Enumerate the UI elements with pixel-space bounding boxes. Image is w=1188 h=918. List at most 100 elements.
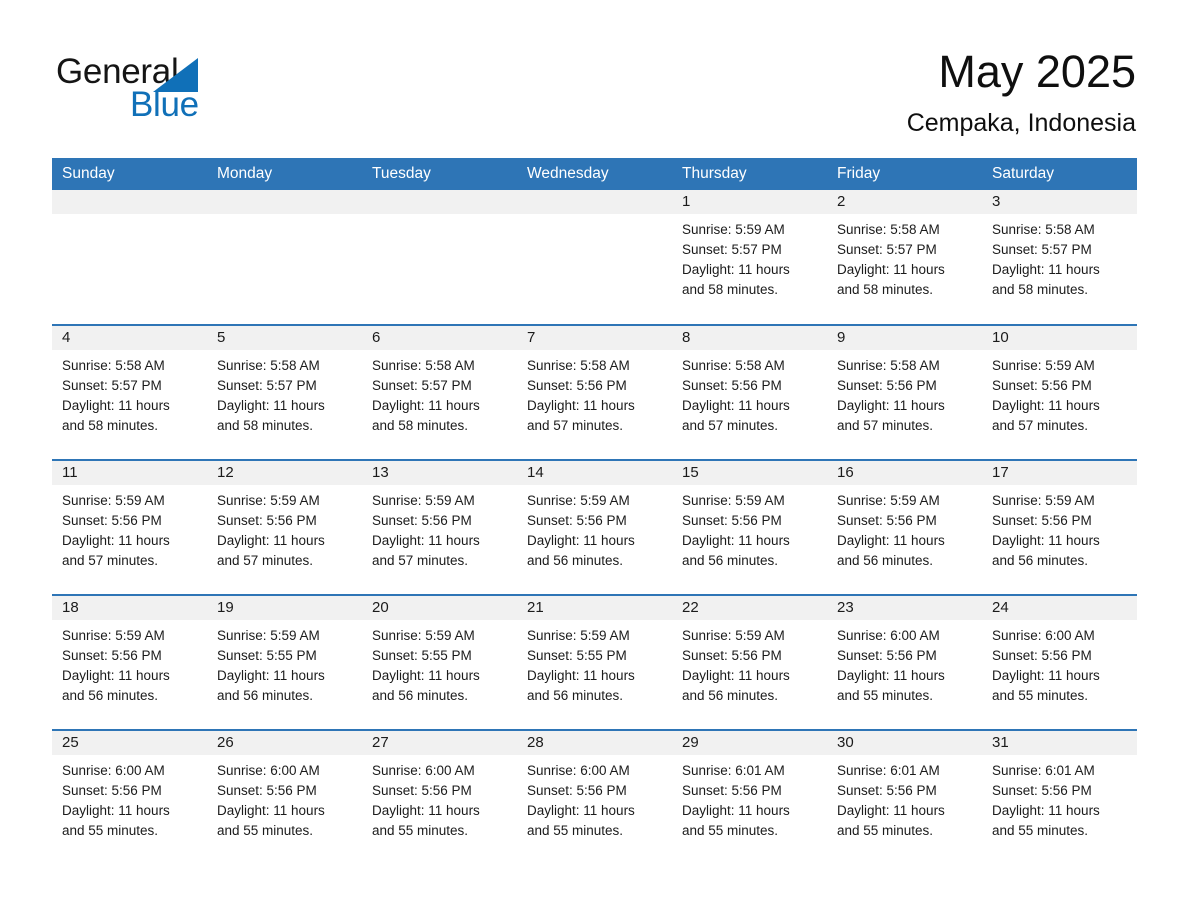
day-number: 8 bbox=[672, 326, 827, 350]
sunrise-text: Sunrise: 5:58 AM bbox=[527, 358, 630, 373]
logo-text-blue: Blue bbox=[130, 85, 199, 124]
calendar-day-cell[interactable]: 11 Sunrise: 5:59 AM Sunset: 5:56 PM Dayligh… bbox=[52, 459, 207, 595]
day-number bbox=[207, 190, 362, 214]
day-details: Sunrise: 5:59 AM Sunset: 5:56 PM Daylight:… bbox=[982, 350, 1137, 436]
day-number: 15 bbox=[672, 461, 827, 485]
sunset-text: Sunset: 5:56 PM bbox=[682, 513, 782, 528]
calendar-day-cell[interactable]: 27 Sunrise: 6:00 AM Sunset: 5:56 PM Dayligh… bbox=[362, 729, 517, 865]
daylight-text: Daylight: 11 hours and 57 minutes. bbox=[372, 533, 480, 568]
sunset-text: Sunset: 5:56 PM bbox=[62, 513, 162, 528]
daylight-text: Daylight: 11 hours and 55 minutes. bbox=[837, 803, 945, 838]
sunset-text: Sunset: 5:56 PM bbox=[62, 648, 162, 663]
calendar-day-cell[interactable]: 14 Sunrise: 5:59 AM Sunset: 5:56 PM Dayligh… bbox=[517, 459, 672, 595]
calendar-day-cell[interactable]: 4 Sunrise: 5:58 AM Sunset: 5:57 PM Daylight… bbox=[52, 324, 207, 460]
day-number: 10 bbox=[982, 326, 1137, 350]
calendar-day-cell[interactable]: 23 Sunrise: 6:00 AM Sunset: 5:56 PM Dayligh… bbox=[827, 594, 982, 730]
calendar-day-cell[interactable]: 15 Sunrise: 5:59 AM Sunset: 5:56 PM Dayligh… bbox=[672, 459, 827, 595]
sunrise-text: Sunrise: 5:58 AM bbox=[372, 358, 475, 373]
calendar-day-cell[interactable]: 25 Sunrise: 6:00 AM Sunset: 5:56 PM Dayligh… bbox=[52, 729, 207, 865]
sunset-text: Sunset: 5:56 PM bbox=[992, 378, 1092, 393]
calendar-day-cell[interactable]: 7 Sunrise: 5:58 AM Sunset: 5:56 PM Daylight… bbox=[517, 324, 672, 460]
weekday-header-saturday: Saturday bbox=[982, 158, 1137, 190]
calendar-container: Sunday Monday Tuesday Wednesday Thursday… bbox=[52, 158, 1137, 865]
daylight-text: Daylight: 11 hours and 55 minutes. bbox=[372, 803, 480, 838]
calendar-day-cell[interactable]: 22 Sunrise: 5:59 AM Sunset: 5:56 PM Dayligh… bbox=[672, 594, 827, 730]
daylight-text: Daylight: 11 hours and 57 minutes. bbox=[62, 533, 170, 568]
day-details: Sunrise: 5:59 AM Sunset: 5:56 PM Daylight:… bbox=[517, 485, 672, 571]
calendar-week-row: 11 Sunrise: 5:59 AM Sunset: 5:56 PM Dayligh… bbox=[52, 459, 1137, 595]
daylight-text: Daylight: 11 hours and 57 minutes. bbox=[837, 398, 945, 433]
calendar-day-cell[interactable]: 26 Sunrise: 6:00 AM Sunset: 5:56 PM Dayligh… bbox=[207, 729, 362, 865]
sunrise-text: Sunrise: 6:00 AM bbox=[372, 763, 475, 778]
calendar-day-cell[interactable]: 21 Sunrise: 5:59 AM Sunset: 5:55 PM Dayligh… bbox=[517, 594, 672, 730]
sunset-text: Sunset: 5:56 PM bbox=[992, 648, 1092, 663]
calendar-day-cell[interactable]: 10 Sunrise: 5:59 AM Sunset: 5:56 PM Dayligh… bbox=[982, 324, 1137, 460]
general-blue-logo[interactable]: General Blue bbox=[56, 52, 316, 124]
daylight-text: Daylight: 11 hours and 55 minutes. bbox=[992, 803, 1100, 838]
day-details: Sunrise: 5:59 AM Sunset: 5:55 PM Daylight:… bbox=[207, 620, 362, 706]
calendar-day-cell[interactable]: 24 Sunrise: 6:00 AM Sunset: 5:56 PM Dayligh… bbox=[982, 594, 1137, 730]
calendar-day-cell[interactable]: 2 Sunrise: 5:58 AM Sunset: 5:57 PM Daylight… bbox=[827, 190, 982, 325]
day-details: Sunrise: 5:59 AM Sunset: 5:56 PM Daylight:… bbox=[52, 485, 207, 571]
sunset-text: Sunset: 5:57 PM bbox=[217, 378, 317, 393]
sunrise-text: Sunrise: 6:01 AM bbox=[837, 763, 940, 778]
calendar-head: Sunday Monday Tuesday Wednesday Thursday… bbox=[52, 158, 1137, 190]
daylight-text: Daylight: 11 hours and 55 minutes. bbox=[682, 803, 790, 838]
day-number: 6 bbox=[362, 326, 517, 350]
calendar-day-cell[interactable]: 16 Sunrise: 5:59 AM Sunset: 5:56 PM Dayligh… bbox=[827, 459, 982, 595]
sunset-text: Sunset: 5:56 PM bbox=[527, 378, 627, 393]
sunrise-text: Sunrise: 6:01 AM bbox=[992, 763, 1095, 778]
daylight-text: Daylight: 11 hours and 56 minutes. bbox=[992, 533, 1100, 568]
day-number: 31 bbox=[982, 731, 1137, 755]
day-number: 13 bbox=[362, 461, 517, 485]
weekday-header-wednesday: Wednesday bbox=[517, 158, 672, 190]
day-number: 17 bbox=[982, 461, 1137, 485]
daylight-text: Daylight: 11 hours and 56 minutes. bbox=[527, 668, 635, 703]
sunrise-text: Sunrise: 6:00 AM bbox=[527, 763, 630, 778]
calendar-day-cell[interactable]: 9 Sunrise: 5:58 AM Sunset: 5:56 PM Daylight… bbox=[827, 324, 982, 460]
sunrise-text: Sunrise: 5:59 AM bbox=[682, 628, 785, 643]
calendar-day-cell[interactable]: 3 Sunrise: 5:58 AM Sunset: 5:57 PM Daylight… bbox=[982, 190, 1137, 325]
day-number: 1 bbox=[672, 190, 827, 214]
day-number bbox=[52, 190, 207, 214]
calendar-day-cell[interactable]: 17 Sunrise: 5:59 AM Sunset: 5:56 PM Dayligh… bbox=[982, 459, 1137, 595]
day-details: Sunrise: 6:01 AM Sunset: 5:56 PM Daylight:… bbox=[827, 755, 982, 841]
daylight-text: Daylight: 11 hours and 56 minutes. bbox=[527, 533, 635, 568]
day-number bbox=[517, 190, 672, 214]
calendar-day-cell[interactable]: 30 Sunrise: 6:01 AM Sunset: 5:56 PM Dayligh… bbox=[827, 729, 982, 865]
calendar-day-cell[interactable]: 20 Sunrise: 5:59 AM Sunset: 5:55 PM Dayligh… bbox=[362, 594, 517, 730]
day-details: Sunrise: 6:00 AM Sunset: 5:56 PM Daylight:… bbox=[207, 755, 362, 841]
day-number bbox=[362, 190, 517, 214]
sunrise-text: Sunrise: 6:00 AM bbox=[837, 628, 940, 643]
calendar-day-cell[interactable]: 18 Sunrise: 5:59 AM Sunset: 5:56 PM Dayligh… bbox=[52, 594, 207, 730]
daylight-text: Daylight: 11 hours and 57 minutes. bbox=[992, 398, 1100, 433]
daylight-text: Daylight: 11 hours and 58 minutes. bbox=[62, 398, 170, 433]
calendar-day-cell[interactable]: 31 Sunrise: 6:01 AM Sunset: 5:56 PM Dayligh… bbox=[982, 729, 1137, 865]
day-details: Sunrise: 5:58 AM Sunset: 5:56 PM Daylight:… bbox=[672, 350, 827, 436]
calendar-day-cell[interactable]: 12 Sunrise: 5:59 AM Sunset: 5:56 PM Dayligh… bbox=[207, 459, 362, 595]
sunrise-text: Sunrise: 5:59 AM bbox=[992, 493, 1095, 508]
sunset-text: Sunset: 5:56 PM bbox=[682, 648, 782, 663]
calendar-day-cell[interactable]: 29 Sunrise: 6:01 AM Sunset: 5:56 PM Dayligh… bbox=[672, 729, 827, 865]
day-number: 2 bbox=[827, 190, 982, 214]
day-details: Sunrise: 5:59 AM Sunset: 5:55 PM Daylight:… bbox=[362, 620, 517, 706]
sunrise-text: Sunrise: 6:00 AM bbox=[992, 628, 1095, 643]
calendar-day-cell[interactable]: 28 Sunrise: 6:00 AM Sunset: 5:56 PM Dayligh… bbox=[517, 729, 672, 865]
calendar-day-cell[interactable]: 13 Sunrise: 5:59 AM Sunset: 5:56 PM Dayligh… bbox=[362, 459, 517, 595]
sunrise-text: Sunrise: 5:59 AM bbox=[527, 628, 630, 643]
calendar-day-cell[interactable]: 5 Sunrise: 5:58 AM Sunset: 5:57 PM Daylight… bbox=[207, 324, 362, 460]
sunrise-text: Sunrise: 5:59 AM bbox=[992, 358, 1095, 373]
day-details: Sunrise: 5:58 AM Sunset: 5:57 PM Daylight:… bbox=[52, 350, 207, 436]
day-number: 7 bbox=[517, 326, 672, 350]
day-number: 25 bbox=[52, 731, 207, 755]
sunrise-text: Sunrise: 6:01 AM bbox=[682, 763, 785, 778]
calendar-day-cell-empty bbox=[207, 190, 362, 325]
day-details: Sunrise: 5:58 AM Sunset: 5:56 PM Daylight:… bbox=[517, 350, 672, 436]
calendar-day-cell[interactable]: 6 Sunrise: 5:58 AM Sunset: 5:57 PM Daylight… bbox=[362, 324, 517, 460]
day-number: 26 bbox=[207, 731, 362, 755]
calendar-day-cell[interactable]: 8 Sunrise: 5:58 AM Sunset: 5:56 PM Daylight… bbox=[672, 324, 827, 460]
daylight-text: Daylight: 11 hours and 58 minutes. bbox=[682, 262, 790, 297]
day-details: Sunrise: 5:58 AM Sunset: 5:57 PM Daylight:… bbox=[827, 214, 982, 300]
calendar-day-cell[interactable]: 1 Sunrise: 5:59 AM Sunset: 5:57 PM Daylight… bbox=[672, 190, 827, 325]
calendar-day-cell[interactable]: 19 Sunrise: 5:59 AM Sunset: 5:55 PM Dayligh… bbox=[207, 594, 362, 730]
